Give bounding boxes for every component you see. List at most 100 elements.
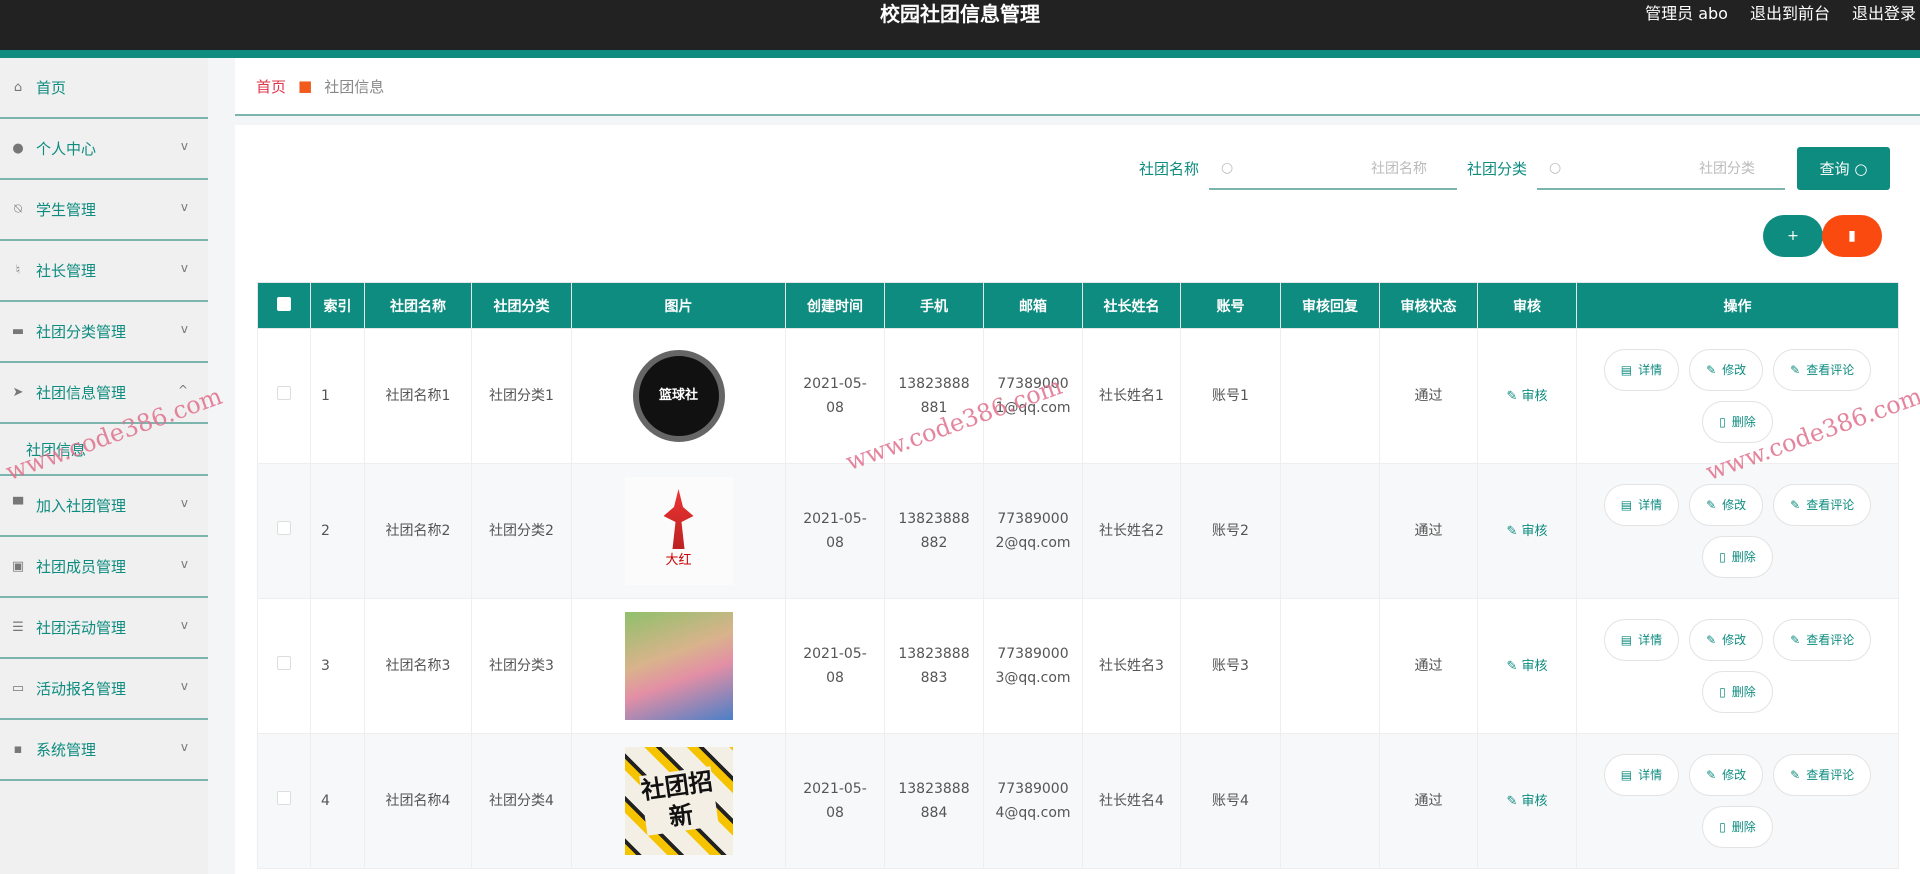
edit-icon: ✎ [1790, 493, 1800, 517]
audit-cell: ✎ 审核 [1478, 599, 1577, 734]
breadcrumb-current: 社团信息 [324, 76, 384, 97]
delete-button[interactable]: ▯删除 [1702, 806, 1773, 848]
club-category-label: 社团分类 [1467, 158, 1527, 179]
detail-button[interactable]: ▤详情 [1604, 349, 1679, 391]
document-icon: ▤ [1621, 763, 1632, 787]
trash-icon: ▮ [1848, 228, 1856, 244]
logout-link[interactable]: 退出登录 [1852, 0, 1916, 24]
email-text: 773890002@qq.com [993, 507, 1073, 555]
sidebar-item[interactable]: ▣社团成员管理v [0, 537, 208, 598]
sidebar-item[interactable]: ▬社团分类管理v [0, 302, 208, 363]
audit-link[interactable]: ✎ 审核 [1506, 389, 1547, 404]
edit-button[interactable]: ✎修改 [1689, 349, 1763, 391]
chevron-down-icon: v [181, 496, 188, 510]
chat-icon: ▪ [10, 742, 26, 757]
row-checkbox[interactable] [258, 329, 311, 464]
top-bar: 校园社团信息管理 管理员 abo 退出到前台 退出登录 [0, 0, 1920, 50]
sidebar-item-label: 首页 [36, 77, 66, 98]
view-comments-button[interactable]: ✎查看评论 [1773, 754, 1871, 796]
search-icon: ○ [1854, 160, 1867, 178]
sidebar-item[interactable]: ▭活动报名管理v [0, 659, 208, 720]
add-button[interactable]: + [1763, 215, 1823, 257]
account-cell: 账号4 [1181, 734, 1281, 869]
phone-cell: 13823888883 [885, 599, 984, 734]
sidebar-item[interactable]: ▀加入社团管理v [0, 476, 208, 537]
document-icon: ▤ [1621, 358, 1632, 382]
select-all-checkbox[interactable] [258, 283, 311, 329]
back-to-frontend-link[interactable]: 退出到前台 [1750, 0, 1830, 24]
leader-cell: 社长姓名1 [1083, 329, 1181, 464]
category-cell: 社团分类1 [472, 329, 572, 464]
comments-label: 查看评论 [1806, 358, 1854, 382]
row-checkbox[interactable] [258, 599, 311, 734]
view-comments-button[interactable]: ✎查看评论 [1773, 484, 1871, 526]
column-header: 索引 [311, 283, 365, 329]
home-icon: ⌂ [10, 80, 26, 95]
name-cell: 社团名称3 [365, 599, 472, 734]
audit-label: 审核 [1522, 389, 1548, 404]
audit-link[interactable]: ✎ 审核 [1506, 794, 1547, 809]
document-icon: ▤ [1621, 493, 1632, 517]
detail-button[interactable]: ▤详情 [1604, 484, 1679, 526]
row-checkbox[interactable] [258, 734, 311, 869]
sidebar-item-label: 社团信息管理 [36, 382, 126, 403]
index-cell: 4 [311, 734, 365, 869]
audit-link[interactable]: ✎ 审核 [1506, 524, 1547, 539]
edit-icon: ✎ [1506, 524, 1517, 539]
comments-label: 查看评论 [1806, 763, 1854, 787]
sidebar-item[interactable]: ♮社长管理v [0, 241, 208, 302]
detail-button[interactable]: ▤详情 [1604, 754, 1679, 796]
list-icon: ☰ [10, 620, 26, 635]
created-text: 2021-05-08 [800, 507, 870, 555]
name-cell: 社团名称4 [365, 734, 472, 869]
edit-button[interactable]: ✎修改 [1689, 484, 1763, 526]
status-cell: 通过 [1380, 599, 1478, 734]
delete-button[interactable]: ▯删除 [1702, 536, 1773, 578]
column-header: 邮箱 [984, 283, 1083, 329]
delete-button[interactable]: ▯删除 [1702, 401, 1773, 443]
sidebar-item[interactable]: ●个人中心v [0, 119, 208, 180]
sidebar-item[interactable]: ⌂ 首页 [0, 58, 208, 119]
detail-button[interactable]: ▤详情 [1604, 619, 1679, 661]
admin-user-link[interactable]: 管理员 abo [1645, 0, 1728, 24]
delete-button[interactable]: ▯删除 [1702, 671, 1773, 713]
edit-label: 修改 [1722, 493, 1746, 517]
breadcrumb-home[interactable]: 首页 [256, 76, 286, 97]
batch-delete-button[interactable]: ▮ [1822, 215, 1882, 257]
view-comments-button[interactable]: ✎查看评论 [1773, 349, 1871, 391]
edit-icon: ✎ [1506, 794, 1517, 809]
comments-label: 查看评论 [1806, 628, 1854, 652]
leader-cell: 社长姓名4 [1083, 734, 1181, 869]
audit-link[interactable]: ✎ 审核 [1506, 659, 1547, 674]
column-header: 账号 [1181, 283, 1281, 329]
chevron-down-icon: v [181, 261, 188, 275]
edit-button[interactable]: ✎修改 [1689, 754, 1763, 796]
club-name-input[interactable]: ○社团名称 [1209, 147, 1457, 190]
category-cell: 社团分类4 [472, 734, 572, 869]
flag-icon: ▀ [10, 498, 26, 513]
created-cell: 2021-05-08 [786, 599, 885, 734]
phone-text: 13823888881 [894, 372, 974, 420]
reply-cell [1281, 464, 1380, 599]
sidebar-item[interactable]: ⍉学生管理v [0, 180, 208, 241]
created-cell: 2021-05-08 [786, 734, 885, 869]
image-cell: 大红 [572, 464, 786, 599]
edit-icon: ✎ [1706, 763, 1716, 787]
sidebar-subitem[interactable]: 社团信息 [0, 424, 208, 476]
sidebar-item[interactable]: ▪系统管理v [0, 720, 208, 781]
table-row: 1 社团名称1 社团分类1 篮球社 2021-05-08 13823888881… [258, 329, 1899, 464]
trash-icon: ▯ [1719, 410, 1726, 434]
query-button[interactable]: 查询 ○ [1797, 147, 1890, 190]
sidebar-item[interactable]: ➤社团信息管理^ [0, 363, 208, 424]
row-checkbox[interactable] [258, 464, 311, 599]
email-cell: 773890004@qq.com [984, 734, 1083, 869]
edit-icon: ✎ [1506, 389, 1517, 404]
view-comments-button[interactable]: ✎查看评论 [1773, 619, 1871, 661]
club-category-input[interactable]: ○社团分类 [1537, 147, 1785, 190]
column-header: 操作 [1577, 283, 1899, 329]
status-cell: 通过 [1380, 464, 1478, 599]
sidebar-item[interactable]: ☰社团活动管理v [0, 598, 208, 659]
edit-button[interactable]: ✎修改 [1689, 619, 1763, 661]
sidebar-item-label: 个人中心 [36, 138, 96, 159]
detail-label: 详情 [1638, 628, 1662, 652]
